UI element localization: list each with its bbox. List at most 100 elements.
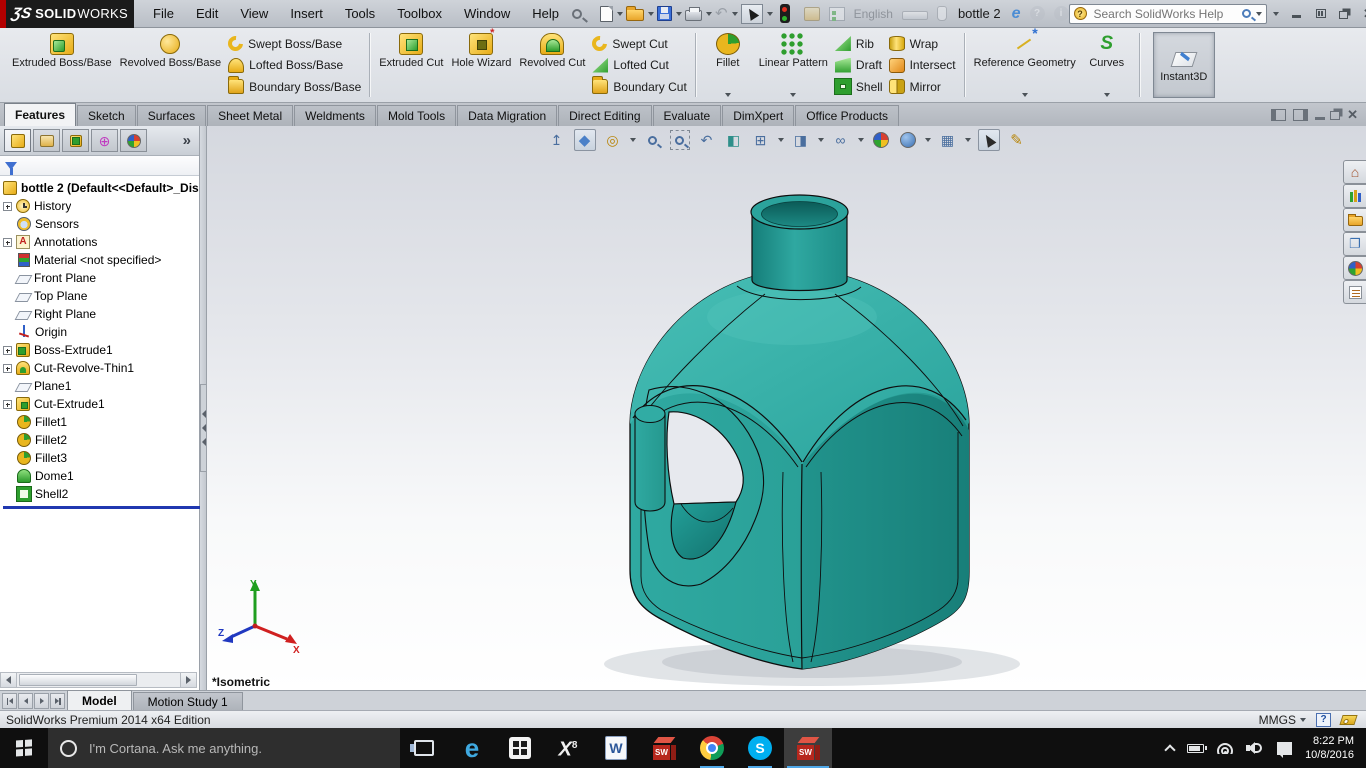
tab-office-products[interactable]: Office Products [795,105,900,126]
tree-item-plane1[interactable]: Plane1 [3,377,199,395]
tab-dimxpert[interactable]: DimXpert [722,105,795,126]
skype-button[interactable]: S [736,728,784,768]
measure-caret[interactable] [629,138,636,142]
scrollbar-thumb[interactable] [19,674,137,686]
xbox-button[interactable]: X8 [544,728,592,768]
cascade-button[interactable] [1335,6,1355,22]
toggle-left-pane-button[interactable] [1271,108,1287,121]
hole-wizard-button[interactable]: Hole Wizard [448,27,514,100]
reference-geometry-button[interactable]: Reference Geometry [971,25,1079,100]
linear-pattern-caret[interactable] [790,93,797,97]
tree-item-cut-extrude1[interactable]: Cut-Extrude1 [3,395,199,413]
tab-evaluate[interactable]: Evaluate [652,105,722,126]
view-plane-icon[interactable]: ↥ [547,130,567,150]
menu-toolbox[interactable]: Toolbox [386,0,453,27]
menu-help[interactable]: Help [521,0,570,27]
select-tool-button[interactable] [740,3,763,24]
apply-scene-caret[interactable] [924,138,931,142]
configuration-manager-tab[interactable] [62,129,89,152]
scroll-left-button[interactable] [1,673,17,687]
action-center-icon[interactable] [1277,741,1293,758]
status-help-icon[interactable]: ? [1316,712,1331,727]
last-tab-button[interactable] [50,693,65,709]
display-style-caret[interactable] [817,138,824,142]
tab-sketch[interactable]: Sketch [77,105,136,126]
tree-filter-row[interactable] [0,156,199,176]
open-dropdown-caret[interactable] [648,11,654,16]
tree-item-right-plane[interactable]: Right Plane [3,305,199,323]
extruded-cut-button[interactable]: Extruded Cut [376,30,446,100]
lofted-boss-button[interactable]: Lofted Boss/Base [228,55,361,76]
cortana-search-box[interactable] [48,728,400,768]
tree-item-boss-extrude1[interactable]: Boss-Extrude1 [3,341,199,359]
print-dropdown-caret[interactable] [706,11,712,16]
toggle-right-pane-button[interactable] [1293,108,1309,121]
titlebar-overflow-caret[interactable] [1272,11,1279,16]
boundary-boss-button[interactable]: Boundary Boss/Base [228,76,361,97]
print-button[interactable] [685,7,702,21]
menu-view[interactable]: View [229,0,279,27]
tab-features[interactable]: Features [4,103,77,126]
section-view-icon[interactable]: ◧ [724,130,744,150]
traffic-light-icon[interactable] [779,4,790,23]
display-style-icon[interactable]: ◨ [791,130,811,150]
sketch-icon[interactable]: ✎ [1007,130,1027,150]
fillet-caret[interactable] [724,93,731,97]
zoom-area-icon[interactable] [669,130,690,150]
task-view-button[interactable] [400,728,448,768]
tree-item-shell2[interactable]: Shell2 [3,485,199,503]
expand-toggle[interactable] [3,201,12,211]
new-dropdown-caret[interactable] [617,11,623,16]
menu-insert[interactable]: Insert [279,0,334,27]
appearances-tab[interactable] [1343,256,1366,280]
display-manager-tab[interactable] [120,129,147,152]
apply-scene-icon[interactable] [898,130,918,150]
tree-item-annotations[interactable]: Annotations [3,233,199,251]
prev-tab-button[interactable] [18,693,33,709]
fillet-button[interactable]: Fillet [702,30,754,100]
tree-item-history[interactable]: History [3,197,199,215]
panel-splitter[interactable] [200,126,207,690]
mirror-button[interactable]: Mirror [888,76,956,97]
tab-mold-tools[interactable]: Mold Tools [376,105,457,126]
view-palette-tab[interactable]: ❐ [1343,232,1366,256]
dimxpert-manager-tab[interactable]: ⊕ [91,129,118,152]
view-orientation-icon[interactable]: ⊞ [751,130,771,150]
tree-item-material[interactable]: Material <not specified> [3,251,199,269]
word-button[interactable]: W [592,728,640,768]
tree-item-fillet1[interactable]: Fillet1 [3,413,199,431]
close-button[interactable]: ✕ [1359,6,1366,22]
wifi-icon[interactable] [1217,742,1234,754]
revolved-cut-button[interactable]: Revolved Cut [516,30,588,100]
property-manager-tab[interactable] [33,129,60,152]
minimize-button[interactable] [1287,6,1307,22]
next-tab-button[interactable] [34,693,49,709]
intersect-button[interactable]: Intersect [888,55,956,76]
solidworks-active-button[interactable]: SW [784,728,832,768]
tray-expand-icon[interactable] [1164,743,1176,756]
undo-button[interactable]: ↶ [715,5,728,22]
swept-cut-button[interactable]: Swept Cut [589,32,686,55]
draft-button[interactable]: Draft [834,55,883,76]
select-dropdown-caret[interactable] [766,11,773,16]
restore-button[interactable] [1311,6,1331,22]
boundary-cut-button[interactable]: Boundary Cut [592,76,687,97]
hide-show-caret[interactable] [857,138,864,142]
cortana-input[interactable] [87,739,388,757]
shell-button[interactable]: Shell [834,76,883,97]
solidworks-launcher-button[interactable]: SW [640,728,688,768]
tab-sheet-metal[interactable]: Sheet Metal [207,105,294,126]
revolved-boss-button[interactable]: Revolved Boss/Base [117,30,225,100]
edit-appearance-icon[interactable] [871,130,891,150]
curves-button[interactable]: S Curves [1081,30,1133,100]
rib-button[interactable]: Rib [834,33,883,54]
expand-toggle[interactable] [3,345,12,355]
volume-icon[interactable] [1246,742,1264,754]
wrap-button[interactable]: Wrap [888,33,956,54]
tab-surfaces[interactable]: Surfaces [136,105,207,126]
start-button[interactable] [0,728,48,768]
splitter-grip[interactable] [200,384,207,472]
doc-minimize-button[interactable] [1315,116,1326,120]
save-button[interactable] [657,6,672,21]
tag-icon[interactable] [1339,714,1358,725]
